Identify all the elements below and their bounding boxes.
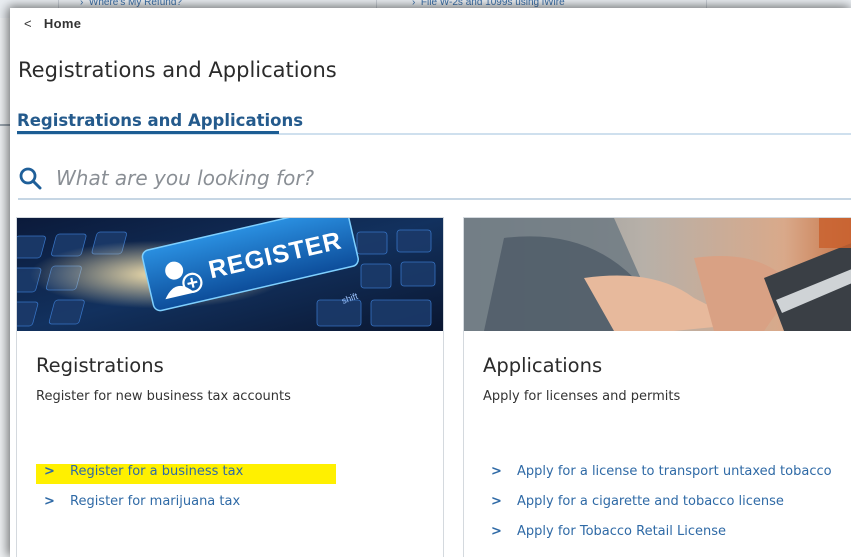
apply-transport-untaxed-tobacco-label: Apply for a license to transport untaxed… [517, 464, 832, 479]
registrations-subtitle: Register for new business tax accounts [36, 389, 291, 404]
register-business-tax-label: Register for a business tax [70, 464, 244, 479]
chevron-right-icon: > [491, 494, 502, 509]
apply-cigarette-tobacco-license-link[interactable]: > Apply for a cigarette and tobacco licen… [491, 494, 784, 514]
apply-transport-untaxed-tobacco-link[interactable]: > Apply for a license to transport untaxe… [491, 464, 832, 484]
laptop-hands-image [464, 218, 851, 331]
chevron-right-icon: > [44, 464, 55, 479]
apply-cigarette-tobacco-license-label: Apply for a cigarette and tobacco licens… [517, 494, 784, 509]
page-title: Registrations and Applications [18, 58, 337, 82]
home-back-link[interactable]: < Home [24, 16, 81, 31]
registrations-panel: < Home Registrations and Applications Reg… [10, 8, 851, 557]
applications-subtitle: Apply for licenses and permits [483, 389, 681, 404]
registrations-card: REGISTER shift Registrations Register fo… [16, 217, 444, 557]
home-label: Home [43, 16, 82, 31]
background-link-refund: › Where's My Refund? [80, 0, 182, 8]
search-bar [18, 158, 851, 200]
register-business-tax-link[interactable]: > Register for a business tax [36, 464, 336, 484]
applications-card: Applications Apply for licenses and perm… [463, 217, 851, 557]
chevron-right-icon: > [44, 494, 55, 509]
applications-title: Applications [483, 354, 603, 377]
chevron-right-icon: > [491, 464, 502, 479]
search-icon[interactable] [18, 166, 42, 190]
registrations-title: Registrations [36, 354, 164, 377]
chevron-left-icon: < [24, 16, 32, 31]
tab-registrations-and-applications[interactable]: Registrations and Applications [17, 111, 303, 130]
background-link-w2: › File W-2s and 1099s using iWire [412, 0, 565, 8]
background-link-w2-label: File W-2s and 1099s using iWire [420, 0, 565, 8]
register-marijuana-tax-link[interactable]: > Register for marijuana tax [44, 494, 240, 514]
register-keyboard-image: REGISTER shift [17, 218, 443, 331]
chevron-right-icon: > [491, 524, 502, 539]
background-link-refund-label: Where's My Refund? [88, 0, 182, 8]
register-marijuana-tax-label: Register for marijuana tax [70, 494, 241, 509]
apply-tobacco-retail-license-label: Apply for Tobacco Retail License [517, 524, 727, 539]
search-input[interactable] [56, 163, 816, 193]
active-tab-indicator [17, 131, 279, 134]
apply-tobacco-retail-license-link[interactable]: > Apply for Tobacco Retail License [491, 524, 726, 544]
